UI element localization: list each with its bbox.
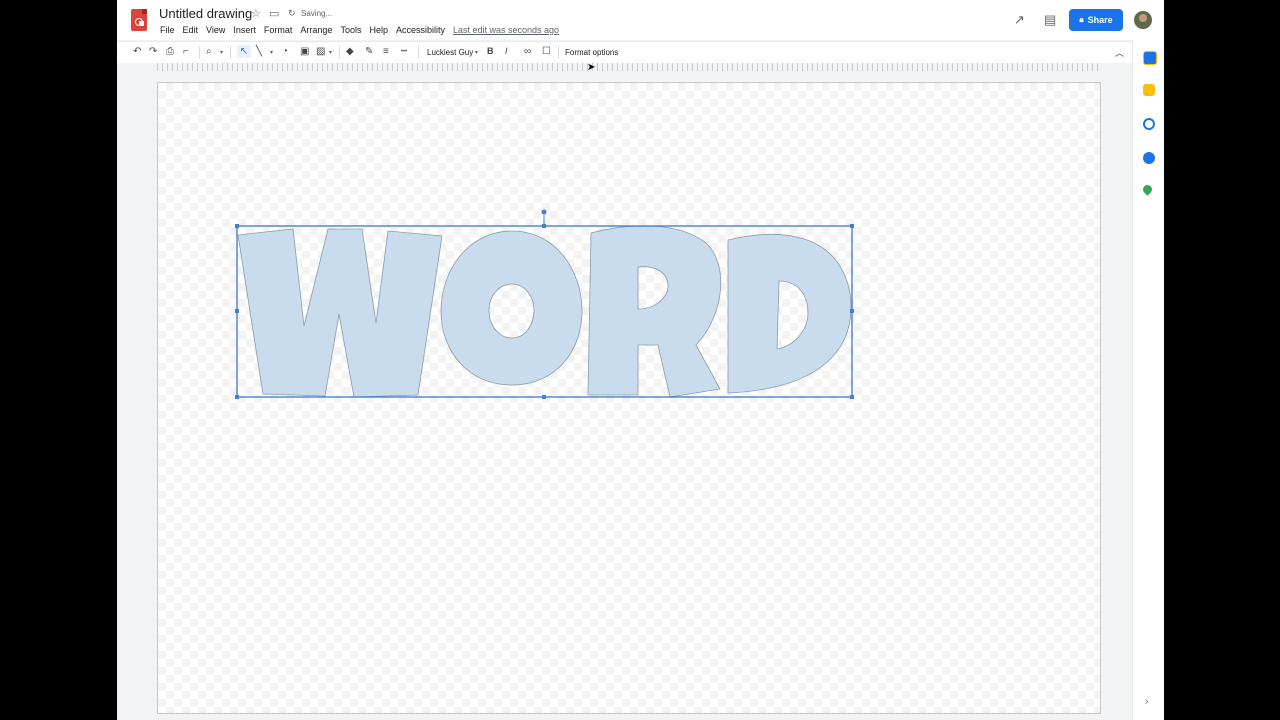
avatar[interactable]: [1134, 11, 1152, 29]
shape-tool-icon[interactable]: ◔: [282, 46, 288, 57]
menu-file[interactable]: File: [160, 25, 175, 35]
logo-square: [139, 21, 144, 26]
font-dropdown-icon[interactable]: ▾: [475, 49, 478, 56]
calendar-icon[interactable]: [1143, 51, 1157, 65]
resize-handle-top-left[interactable]: [235, 224, 239, 228]
toolbar-divider: [339, 46, 340, 59]
lock-icon: 🔒︎: [1079, 15, 1084, 24]
zoom-icon[interactable]: ⌕: [206, 46, 212, 57]
share-button[interactable]: 🔒︎ Share: [1069, 9, 1123, 31]
resize-handle-bottom-middle[interactable]: [542, 395, 546, 399]
mouse-pointer-icon: ➤: [587, 62, 596, 73]
drawings-logo-icon[interactable]: [131, 9, 147, 31]
letter-w-shape[interactable]: [237, 228, 443, 398]
image-dropdown-icon[interactable]: ▾: [329, 49, 332, 56]
format-options-button[interactable]: Format options: [565, 48, 618, 57]
comments-icon[interactable]: ▤: [1044, 12, 1056, 28]
resize-handle-middle-right[interactable]: [850, 309, 854, 313]
document-title[interactable]: Untitled drawing: [159, 6, 252, 21]
toolbar-divider: [558, 46, 559, 59]
drawing-canvas[interactable]: [157, 82, 1101, 714]
border-color-icon[interactable]: ✎: [365, 46, 373, 57]
word-art-layer: [235, 209, 854, 399]
menu-arrange[interactable]: Arrange: [300, 25, 332, 35]
resize-handle-middle-left[interactable]: [235, 309, 239, 313]
letter-d-shape[interactable]: [727, 234, 852, 394]
zoom-dropdown-icon[interactable]: ▾: [220, 49, 223, 56]
menu-insert[interactable]: Insert: [233, 25, 256, 35]
menu-accessibility[interactable]: Accessibility: [396, 25, 445, 35]
menu-tools[interactable]: Tools: [340, 25, 361, 35]
last-edit-link[interactable]: Last edit was seconds ago: [453, 25, 559, 35]
print-icon[interactable]: ⎙: [166, 46, 174, 57]
tasks-icon[interactable]: [1143, 118, 1155, 130]
star-icon[interactable]: ☆: [251, 7, 261, 20]
add-comment-icon[interactable]: ☐: [542, 46, 551, 57]
rotation-handle[interactable]: [541, 209, 547, 215]
paint-format-icon[interactable]: ⌐: [183, 46, 189, 57]
contacts-icon[interactable]: [1143, 152, 1155, 164]
share-label: Share: [1087, 15, 1113, 25]
sync-icon: ↻: [288, 8, 296, 18]
drawings-app: Untitled drawing ☆ ▭ ↻ Saving... File Ed…: [117, 0, 1164, 720]
line-tool-icon[interactable]: ╲: [256, 46, 262, 57]
toolbar: ↶ ↷ ⎙ ⌐ ⌕ ▾ ↖ ╲ ▾ ◔ ▣ ▨ ▾ ◆ ✎ ≡ ┅ Luckie…: [117, 41, 1132, 63]
line-dropdown-icon[interactable]: ▾: [270, 49, 273, 56]
horizontal-ruler: [157, 63, 1100, 71]
letter-r-shape[interactable]: [587, 225, 722, 398]
maps-icon[interactable]: [1141, 183, 1154, 196]
collapse-toolbar-icon[interactable]: ︿: [1115, 46, 1124, 59]
resize-handle-top-right[interactable]: [850, 224, 854, 228]
toolbar-divider: [230, 46, 231, 59]
menu-help[interactable]: Help: [369, 25, 388, 35]
border-weight-icon[interactable]: ≡: [383, 46, 389, 57]
select-pointer-icon[interactable]: ↖: [237, 45, 251, 58]
link-icon[interactable]: ∞: [524, 46, 531, 57]
resize-handle-bottom-left[interactable]: [235, 395, 239, 399]
fill-color-icon[interactable]: ◆: [346, 46, 354, 57]
letter-o-shape[interactable]: [440, 230, 583, 386]
undo-icon[interactable]: ↶: [133, 46, 141, 57]
saving-status: Saving...: [301, 9, 333, 18]
expand-panel-chevron-icon[interactable]: ›: [1145, 696, 1148, 707]
move-folder-icon[interactable]: ▭: [269, 7, 279, 20]
text-box-icon[interactable]: ▣: [300, 46, 309, 57]
bold-button[interactable]: B: [487, 46, 494, 56]
activity-trend-icon[interactable]: ↗: [1014, 12, 1025, 28]
resize-handle-top-middle[interactable]: [542, 224, 546, 228]
menu-bar: File Edit View Insert Format Arrange Too…: [160, 25, 453, 35]
italic-button[interactable]: I: [505, 46, 508, 56]
menu-edit[interactable]: Edit: [183, 25, 199, 35]
image-icon[interactable]: ▨: [316, 46, 325, 57]
menu-view[interactable]: View: [206, 25, 225, 35]
menu-format[interactable]: Format: [264, 25, 293, 35]
keep-icon[interactable]: [1143, 84, 1155, 96]
side-panel: ›: [1132, 40, 1164, 720]
app-header: Untitled drawing ☆ ▭ ↻ Saving... File Ed…: [117, 0, 1164, 40]
font-selector[interactable]: Luckiest Guy: [427, 48, 473, 57]
resize-handle-bottom-right[interactable]: [850, 395, 854, 399]
redo-icon[interactable]: ↷: [149, 46, 157, 57]
toolbar-divider: [199, 46, 200, 59]
toolbar-divider: [418, 46, 419, 59]
border-dash-icon[interactable]: ┅: [401, 46, 407, 57]
